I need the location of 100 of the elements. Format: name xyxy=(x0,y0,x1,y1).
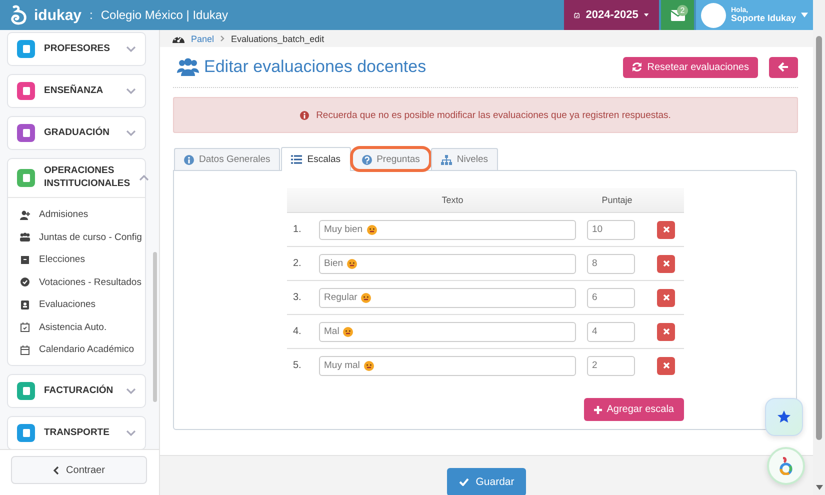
tab[interactable]: Preguntas xyxy=(352,148,430,170)
star-icon xyxy=(777,410,791,424)
menu-item[interactable]: Juntas de curso - Config xyxy=(20,226,145,249)
delete-button[interactable] xyxy=(657,322,675,340)
tab[interactable]: Escalas xyxy=(281,147,351,171)
tab[interactable]: Niveles xyxy=(430,148,498,170)
menu-item-label: Calendario Académico xyxy=(39,344,134,356)
score-field[interactable]: 4 xyxy=(587,322,635,342)
section-header[interactable]: ENSEÑANZA xyxy=(8,75,145,107)
scrollbar[interactable] xyxy=(153,252,157,402)
menu-item-label: Admisiones xyxy=(39,209,88,220)
section-header[interactable]: TRANSPORTE xyxy=(8,417,145,449)
chevron-right-icon xyxy=(220,35,226,42)
section-title: OPERACIONES INSTITUCIONALES xyxy=(44,165,130,191)
logo-icon xyxy=(10,5,28,25)
delete-button[interactable] xyxy=(657,254,675,272)
add-scale-button[interactable]: Agregar escala xyxy=(584,398,684,421)
emoji-icon xyxy=(361,292,372,302)
close-icon xyxy=(662,328,670,335)
scale-text-field[interactable]: Muy bien xyxy=(319,220,576,240)
close-icon xyxy=(662,260,670,267)
caret-icon xyxy=(801,12,808,18)
favorites-button[interactable] xyxy=(765,398,803,436)
menu-item[interactable]: Evaluaciones xyxy=(20,294,145,316)
column-header: Texto xyxy=(319,188,586,212)
reset-button[interactable]: Resetear evaluaciones xyxy=(623,56,758,78)
delete-button[interactable] xyxy=(657,356,675,374)
tab[interactable]: Datos Generales xyxy=(174,148,280,170)
box-icon xyxy=(20,254,30,265)
delete-button[interactable] xyxy=(657,288,675,306)
menu-item-label: Juntas de curso - Config xyxy=(39,232,142,243)
year-selector[interactable]: 2024-2025 xyxy=(564,0,659,30)
breadcrumb-current: Evaluations_batch_edit xyxy=(231,34,324,44)
menu-item[interactable]: Asistencia Auto. xyxy=(20,316,145,339)
badge-icon xyxy=(20,300,30,310)
section-header[interactable]: FACTURACIÓN xyxy=(8,375,145,408)
back-button[interactable] xyxy=(769,56,798,78)
info-icon xyxy=(184,154,194,164)
emoji-icon xyxy=(343,326,354,336)
section-title: GRADUACIÓN xyxy=(44,126,110,140)
collapse-button[interactable]: Contraer xyxy=(11,456,147,484)
close-icon xyxy=(662,362,670,369)
column-header: Puntaje xyxy=(586,188,648,212)
row-number: 5. xyxy=(293,360,302,371)
refresh-icon xyxy=(632,62,642,72)
arrow-left-icon xyxy=(778,62,789,72)
scale-text-field[interactable]: Muy mal xyxy=(319,356,576,376)
user-name: Soporte Idukay xyxy=(731,14,796,24)
section-header[interactable]: OPERACIONES INSTITUCIONALES xyxy=(8,159,145,197)
list-icon xyxy=(291,155,302,164)
menu-item[interactable]: Elecciones xyxy=(20,248,145,272)
school-name: Colegio México | Idukay xyxy=(100,8,228,22)
users-icon xyxy=(177,58,199,76)
row-number: 3. xyxy=(293,292,302,303)
check-icon xyxy=(458,478,469,486)
caret-icon xyxy=(644,12,649,18)
delete-button[interactable] xyxy=(657,220,675,238)
section-title: ENSEÑANZA xyxy=(44,84,104,98)
menu-item[interactable]: Votaciones - Resultados xyxy=(20,271,145,294)
sitemap-icon xyxy=(440,154,452,164)
brand-name: idukay xyxy=(34,6,82,24)
row-number: 1. xyxy=(293,224,302,235)
emoji-icon xyxy=(366,224,377,234)
person-plus-icon xyxy=(20,210,30,220)
close-icon xyxy=(662,294,670,301)
close-icon xyxy=(662,226,670,233)
section-title: PROFESORES xyxy=(44,42,111,56)
scale-text-field[interactable]: Mal xyxy=(319,322,576,342)
score-field[interactable]: 2 xyxy=(587,356,635,376)
section-header[interactable]: GRADUACIÓN xyxy=(8,117,145,149)
score-field[interactable]: 6 xyxy=(587,288,635,308)
menu-item-label: Elecciones xyxy=(39,254,85,266)
scale-text-field[interactable]: Regular xyxy=(319,288,576,308)
menu-item[interactable]: Calendario Académico xyxy=(20,338,145,362)
section-title: TRANSPORTE xyxy=(44,426,110,440)
question-icon xyxy=(362,154,372,164)
chevron-left-icon xyxy=(53,466,60,474)
section-header[interactable]: PROFESORES xyxy=(8,33,145,65)
row-number: 2. xyxy=(293,258,302,269)
emoji-icon xyxy=(347,258,358,268)
menu-item-label: Asistencia Auto. xyxy=(39,322,107,333)
score-field[interactable]: 8 xyxy=(587,254,635,274)
info-icon xyxy=(300,110,310,120)
emoji-icon xyxy=(364,360,374,370)
scrollbar[interactable] xyxy=(813,0,825,495)
plus-icon xyxy=(594,406,602,414)
message-count: 2 xyxy=(677,5,688,16)
row-number: 4. xyxy=(293,326,302,337)
section-title: FACTURACIÓN xyxy=(44,384,114,398)
menu-item-label: Votaciones - Resultados xyxy=(39,276,142,288)
page-title: Editar evaluaciones docentes xyxy=(204,57,426,77)
alert-message: Recuerda que no es posible modificar las evaluaciones que ya registren respuestas. xyxy=(316,110,671,120)
score-field[interactable]: 10 xyxy=(587,220,635,240)
save-button[interactable]: Guardar xyxy=(446,468,526,495)
menu-item[interactable]: Admisiones xyxy=(20,204,145,226)
scale-text-field[interactable]: Bien xyxy=(319,254,576,274)
avatar xyxy=(701,2,726,28)
breadcrumb-link[interactable]: Panel xyxy=(191,34,214,44)
scroll-down-icon xyxy=(816,485,822,490)
calendar-check-icon xyxy=(20,322,30,332)
